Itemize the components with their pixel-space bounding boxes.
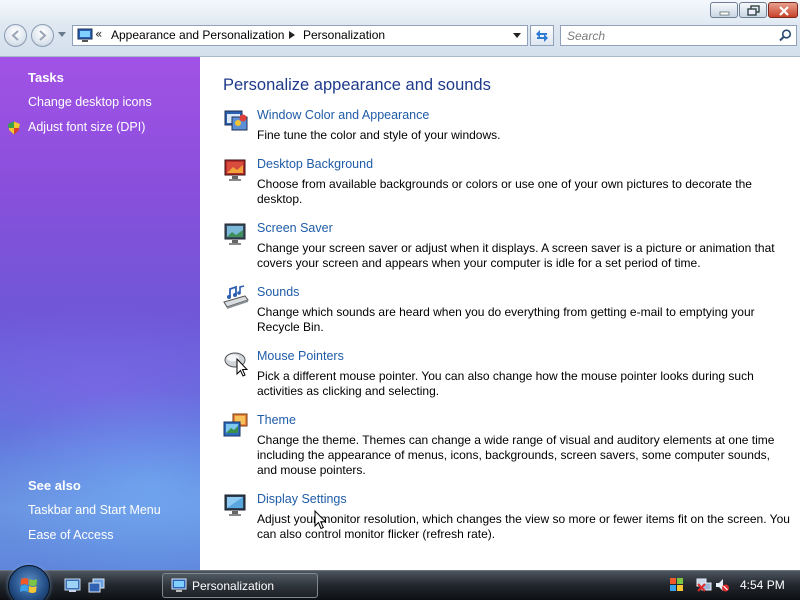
close-icon xyxy=(779,6,789,16)
taskbar-and-start-menu-link[interactable]: Taskbar and Start Menu xyxy=(28,503,161,517)
taskbar: Personalization 4:54 PM xyxy=(0,565,800,600)
start-button[interactable] xyxy=(8,565,50,600)
main-content: Personalize appearance and sounds Window… xyxy=(200,57,800,570)
address-bar[interactable]: « Appearance and Personalization Persona… xyxy=(72,25,528,46)
theme-description: Change the theme. Themes can change a wi… xyxy=(257,433,775,477)
clock[interactable]: 4:54 PM xyxy=(740,578,785,592)
minimize-icon xyxy=(719,11,730,16)
window-chrome: « Appearance and Personalization Persona… xyxy=(0,0,800,57)
close-button[interactable] xyxy=(768,2,798,18)
breadcrumb-separator-icon[interactable] xyxy=(289,31,295,39)
mouse-pointers-description: Pick a different mouse pointer. You can … xyxy=(257,369,754,398)
change-desktop-icons-link[interactable]: Change desktop icons xyxy=(28,95,152,109)
page-title: Personalize appearance and sounds xyxy=(223,76,491,94)
desktop-background-description: Choose from available backgrounds or col… xyxy=(257,177,752,206)
switch-windows-icon[interactable] xyxy=(88,578,105,593)
screen-saver-description: Change your screen saver or adjust when … xyxy=(257,241,775,270)
refresh-icon xyxy=(536,30,548,42)
tasks-heading: Tasks xyxy=(28,70,64,85)
sounds-link[interactable]: Sounds xyxy=(257,285,299,299)
shield-icon xyxy=(8,121,20,135)
personalization-icon xyxy=(171,578,187,592)
tasks-pane: Tasks Change desktop icons Adjust font s… xyxy=(0,57,200,570)
breadcrumb-personalization[interactable]: Personalization xyxy=(303,28,385,42)
control-panel-icon xyxy=(77,28,93,42)
network-icon[interactable] xyxy=(696,577,712,593)
search-placeholder: Search xyxy=(567,29,606,43)
forward-button[interactable] xyxy=(31,24,54,47)
maximize-button[interactable] xyxy=(739,2,767,18)
windows-orb-icon xyxy=(20,578,37,593)
display-settings-link[interactable]: Display Settings xyxy=(257,492,347,506)
theme-link[interactable]: Theme xyxy=(257,413,296,427)
window-color-icon xyxy=(224,110,248,131)
minimize-button[interactable] xyxy=(710,2,738,18)
window-color-description: Fine tune the color and style of your wi… xyxy=(257,128,501,142)
arrow-right-icon xyxy=(39,30,47,41)
taskbar-window-label: Personalization xyxy=(192,579,275,593)
search-box[interactable]: Search xyxy=(560,25,797,46)
mouse-pointers-icon xyxy=(224,352,249,377)
volume-icon[interactable] xyxy=(714,577,730,593)
desktop-background-icon xyxy=(224,159,246,181)
recent-pages-dropdown[interactable] xyxy=(58,31,66,39)
adjust-font-size-link[interactable]: Adjust font size (DPI) xyxy=(28,120,145,134)
screen-saver-icon xyxy=(224,223,246,245)
sounds-icon xyxy=(223,285,249,309)
show-desktop-icon[interactable] xyxy=(64,578,81,593)
search-icon[interactable] xyxy=(779,29,792,42)
windows-update-icon[interactable] xyxy=(669,577,684,592)
taskbar-window-button[interactable]: Personalization xyxy=(162,573,318,598)
breadcrumb-appearance-and-personalization[interactable]: Appearance and Personalization xyxy=(111,28,284,42)
sounds-description: Change which sounds are heard when you d… xyxy=(257,305,755,334)
screen-saver-link[interactable]: Screen Saver xyxy=(257,221,333,235)
mouse-cursor-icon xyxy=(314,510,327,530)
display-settings-icon xyxy=(224,494,246,516)
address-overflow-chevron[interactable]: « xyxy=(95,27,102,41)
desktop-background-link[interactable]: Desktop Background xyxy=(257,157,373,171)
arrow-left-icon xyxy=(11,30,19,41)
see-also-heading: See also xyxy=(28,478,81,493)
window-color-link[interactable]: Window Color and Appearance xyxy=(257,108,429,122)
mouse-pointers-link[interactable]: Mouse Pointers xyxy=(257,349,344,363)
notification-area: 4:54 PM xyxy=(658,571,800,600)
display-settings-description: Adjust your monitor resolution, which ch… xyxy=(257,512,790,541)
address-dropdown-icon[interactable] xyxy=(513,33,521,39)
ease-of-access-link[interactable]: Ease of Access xyxy=(28,528,113,542)
refresh-button[interactable] xyxy=(530,25,554,46)
back-button[interactable] xyxy=(4,24,27,47)
restore-icon xyxy=(747,5,760,16)
theme-icon xyxy=(223,413,248,437)
